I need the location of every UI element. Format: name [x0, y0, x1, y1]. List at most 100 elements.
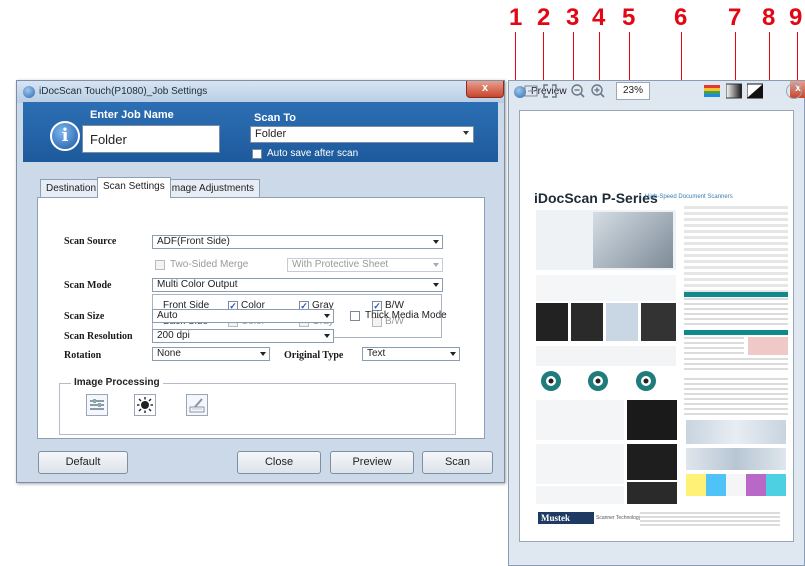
scan-mode-select[interactable]: Multi Color Output — [152, 278, 443, 292]
job-name-input[interactable]: Folder — [82, 125, 220, 153]
two-sided-merge-checkbox[interactable] — [155, 260, 165, 270]
gray-mode-icon[interactable] — [725, 83, 743, 99]
doc-roller-icon — [585, 368, 619, 394]
doc-image — [627, 400, 677, 440]
callout-line — [629, 32, 630, 84]
doc-image-row — [686, 448, 786, 470]
callout-2: 2 — [537, 4, 550, 31]
tab-image-adjustments[interactable]: Image Adjustments — [163, 179, 261, 197]
tab-destination[interactable]: Destination — [40, 179, 103, 197]
tab-scan-settings[interactable]: Scan Settings — [97, 177, 171, 198]
fit-width-icon[interactable] — [523, 83, 539, 99]
rotation-label: Rotation — [64, 350, 102, 361]
scan-to-value: Folder — [255, 128, 287, 140]
chevron-down-icon — [324, 334, 330, 338]
scan-size-label: Scan Size — [64, 311, 105, 322]
original-type-value: Text — [367, 348, 386, 359]
callout-line — [543, 32, 544, 84]
doc-text-block — [536, 275, 676, 301]
doc-image-row — [686, 420, 786, 444]
close-window-button[interactable]: x — [466, 81, 504, 98]
rotation-value: None — [157, 348, 181, 359]
doc-text-block — [684, 378, 788, 418]
callout-line — [599, 32, 600, 84]
doc-image — [627, 482, 677, 504]
doc-image — [571, 303, 603, 341]
zoom-out-icon[interactable] — [570, 83, 586, 99]
scan-to-select[interactable]: Folder — [250, 126, 474, 143]
eraser-icon[interactable] — [186, 394, 208, 416]
callout-line — [735, 32, 736, 84]
callout-5: 5 — [622, 4, 635, 31]
scan-size-select[interactable]: Auto — [152, 309, 334, 323]
callout-8: 8 — [762, 4, 775, 31]
help-icon[interactable]: ? — [786, 83, 802, 99]
callout-line — [769, 32, 770, 82]
app-icon — [23, 86, 35, 98]
original-type-select[interactable]: Text — [362, 347, 460, 361]
auto-save-checkbox[interactable] — [252, 149, 262, 159]
zoom-in-icon[interactable] — [590, 83, 606, 99]
scan-button[interactable]: Scan — [422, 451, 493, 474]
doc-text-block — [536, 486, 624, 504]
scan-source-select[interactable]: ADF(Front Side) — [152, 235, 443, 249]
doc-image-row — [686, 474, 786, 496]
chevron-down-icon — [433, 240, 439, 244]
doc-image — [606, 303, 638, 341]
doc-roller-icon — [633, 368, 667, 394]
info-icon: i — [50, 121, 80, 151]
callout-line — [573, 32, 574, 84]
scan-source-value: ADF(Front Side) — [157, 236, 230, 247]
doc-section-bar — [684, 330, 788, 335]
thick-media-label: Thick Media Mode — [365, 310, 447, 321]
doc-image — [627, 444, 677, 480]
doc-roller-icon — [538, 368, 572, 394]
rotation-select[interactable]: None — [152, 347, 270, 361]
doc-spec-table — [684, 206, 788, 292]
callout-6: 6 — [674, 4, 687, 31]
scan-to-label: Scan To — [254, 112, 296, 124]
fit-page-icon[interactable] — [542, 83, 558, 99]
callout-7: 7 — [728, 4, 741, 31]
window-title: iDocScan Touch(P1080)_Job Settings — [39, 86, 208, 97]
scan-mode-value: Multi Color Output — [157, 279, 238, 290]
callout-1: 1 — [509, 4, 522, 31]
preview-button[interactable]: Preview — [330, 451, 414, 474]
chevron-down-icon — [324, 314, 330, 318]
auto-save-label: Auto save after scan — [267, 148, 359, 159]
doc-image — [593, 212, 673, 268]
callout-4: 4 — [592, 4, 605, 31]
zoom-level-field[interactable]: 23% — [616, 82, 650, 100]
doc-image — [536, 303, 568, 341]
scan-resolution-label: Scan Resolution — [64, 331, 133, 342]
doc-text-block — [536, 400, 624, 440]
callout-line — [515, 32, 516, 84]
default-button[interactable]: Default — [38, 451, 128, 474]
original-type-label: Original Type — [284, 350, 344, 361]
brightness-icon[interactable] — [134, 394, 156, 416]
scan-resolution-value: 200 dpi — [157, 330, 190, 341]
protective-sheet-select[interactable]: With Protective Sheet — [287, 258, 443, 272]
protective-sheet-value: With Protective Sheet — [292, 259, 389, 270]
doc-text-block — [684, 337, 744, 355]
image-processing-settings-icon[interactable] — [86, 394, 108, 416]
thick-media-checkbox[interactable] — [350, 311, 360, 321]
callout-3: 3 — [566, 4, 579, 31]
scan-source-label: Scan Source — [64, 236, 117, 247]
doc-footer-text — [640, 512, 780, 526]
image-processing-group — [59, 383, 456, 435]
color-mode-icon[interactable] — [704, 83, 720, 99]
chevron-down-icon — [450, 352, 456, 356]
image-processing-label: Image Processing — [71, 377, 163, 388]
doc-text-block — [684, 358, 788, 372]
doc-logo-block — [748, 337, 788, 355]
doc-text-block — [536, 346, 676, 366]
doc-logo: Mustek — [538, 512, 594, 524]
scan-resolution-select[interactable]: 200 dpi — [152, 329, 334, 343]
chevron-down-icon — [260, 352, 266, 356]
doc-logo-tag: Scanner Technology — [596, 515, 642, 521]
doc-image — [641, 303, 676, 341]
doc-text-block — [684, 298, 788, 328]
close-button[interactable]: Close — [237, 451, 321, 474]
bw-mode-icon[interactable] — [746, 83, 764, 99]
